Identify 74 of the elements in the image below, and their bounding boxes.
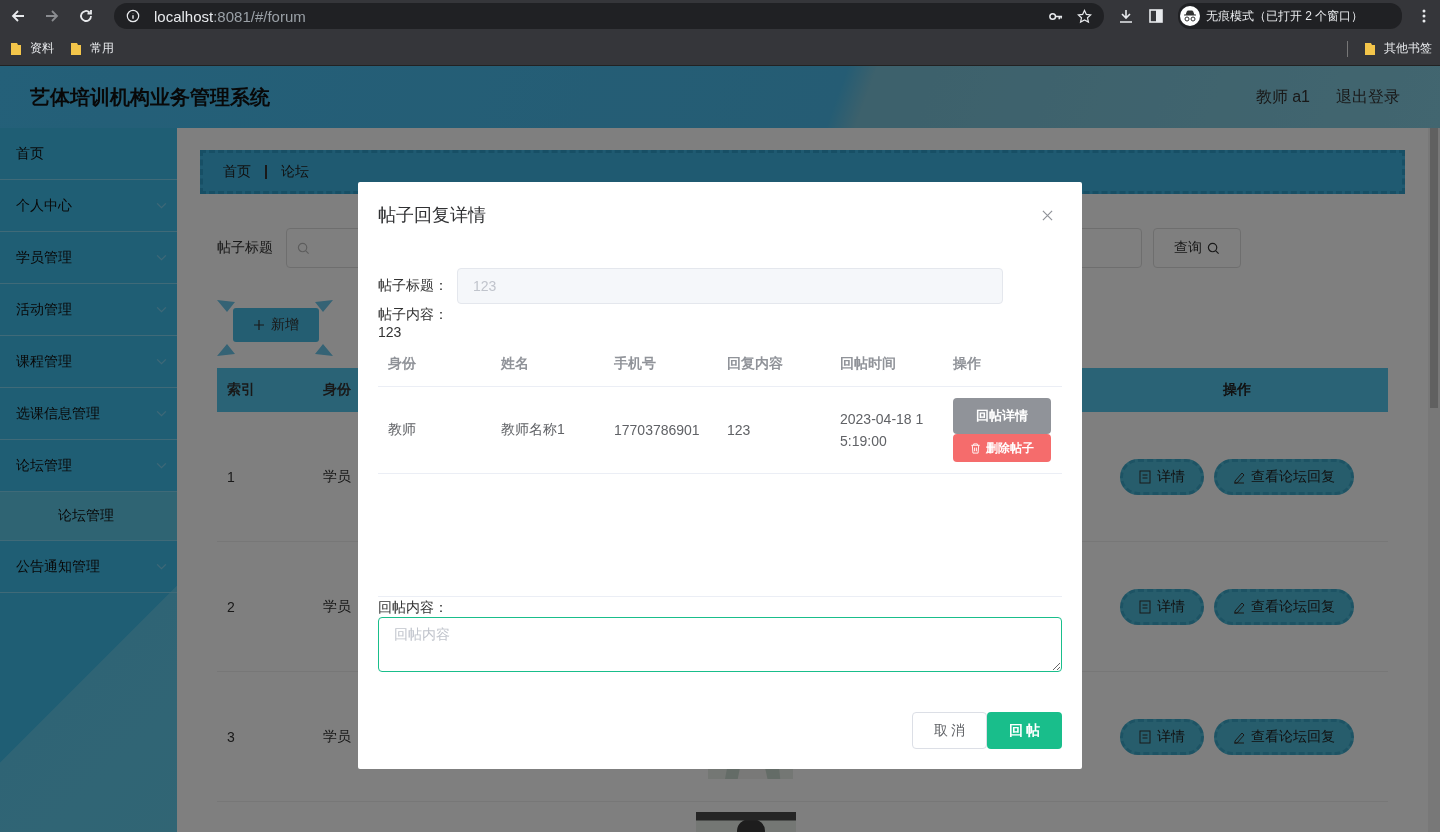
download-icon[interactable] <box>1118 8 1134 24</box>
logout-link[interactable]: 退出登录 <box>1336 86 1400 108</box>
add-button[interactable]: 新增 <box>233 308 319 342</box>
folder-icon <box>70 41 82 56</box>
delete-post-button[interactable]: 删除帖子 <box>953 434 1051 462</box>
field-label: 帖子标题： <box>378 277 448 295</box>
table-cell-text: 2 <box>226 598 236 615</box>
detail-button[interactable]: 详情 <box>1120 588 1204 625</box>
chevron-icon <box>156 462 167 469</box>
column-header: 索引 <box>226 381 256 399</box>
table-cell-text: 学员 <box>322 467 351 486</box>
view-replies-button[interactable]: 查看论坛回复 <box>1214 588 1354 625</box>
star-icon[interactable] <box>1077 8 1092 24</box>
column-header: 回帖时间 <box>839 355 897 373</box>
post-content: 123 <box>378 324 403 340</box>
bookmark[interactable]: 常用 <box>70 40 114 57</box>
query-button[interactable]: 查询 <box>1153 228 1241 268</box>
cancel-button[interactable]: 取 消 <box>912 712 987 749</box>
folder-icon <box>10 41 22 56</box>
chevron-icon <box>156 306 167 313</box>
bookmark[interactable]: 其他书签 <box>1364 40 1432 57</box>
incognito-icon <box>1180 6 1200 26</box>
column-header: 手机号 <box>613 355 657 373</box>
chevron-icon <box>156 563 167 570</box>
column-header: 姓名 <box>500 355 530 373</box>
table-cell-text: 学员 <box>322 597 351 616</box>
chevron-icon <box>156 358 167 365</box>
table-cell-text: 教师名称1 <box>500 421 566 439</box>
chevron-icon <box>156 410 167 417</box>
table-cell-text: 3 <box>226 728 236 745</box>
side-panel-icon[interactable] <box>1148 8 1164 24</box>
info-icon[interactable] <box>126 9 140 23</box>
trash-icon <box>970 442 981 454</box>
reply-detail-button[interactable]: 回帖详情 <box>953 398 1051 434</box>
incognito-badge[interactable]: 无痕模式（已打开 2 个窗口） <box>1178 3 1402 29</box>
plus-icon <box>253 319 265 331</box>
chevron-icon <box>156 202 167 209</box>
column-header: 身份 <box>387 355 417 373</box>
table-cell-text: 教师 <box>387 421 417 439</box>
view-replies-button[interactable]: 查看论坛回复 <box>1214 718 1354 755</box>
submenu-item[interactable]: 论坛管理 <box>0 492 177 541</box>
search-label: 帖子标题 <box>217 239 274 257</box>
reply-button[interactable]: 回 帖 <box>987 712 1062 749</box>
table-cell-text: 学员 <box>322 727 351 746</box>
table-cell-text: 17703786901 <box>613 422 701 438</box>
breadcrumb-item[interactable]: 论坛 <box>281 163 309 181</box>
table-cell-text: 123 <box>726 422 752 438</box>
view-replies-button[interactable]: 查看论坛回复 <box>1214 458 1354 495</box>
detail-button[interactable]: 详情 <box>1120 458 1204 495</box>
column-header: 操作 <box>952 355 982 373</box>
detail-button[interactable]: 详情 <box>1120 718 1204 755</box>
scrollbar[interactable] <box>1428 128 1440 832</box>
field-label: 回帖内容： <box>378 599 449 617</box>
search-icon <box>297 241 310 255</box>
document-icon <box>1139 599 1151 614</box>
breadcrumb-item[interactable]: 首页 <box>223 163 251 181</box>
document-icon <box>1139 469 1151 484</box>
url-text: localhost:8081/#/forum <box>154 7 306 25</box>
user-name: 教师 a1 <box>1255 86 1310 107</box>
table-cell-text: 1 <box>226 468 236 485</box>
document-icon <box>1139 729 1151 744</box>
close-icon[interactable] <box>1042 209 1053 221</box>
chevron-icon <box>156 254 167 261</box>
column-header: 身份 <box>322 381 351 399</box>
address-bar[interactable]: localhost:8081/#/forum <box>114 3 1104 29</box>
bookmark[interactable]: 资料 <box>10 40 54 57</box>
table-cell-text: 2023-04-18 15:19:00 <box>839 410 925 451</box>
column-header: 操作 <box>1222 381 1252 399</box>
field-label: 帖子内容： <box>378 306 449 324</box>
column-header: 回复内容 <box>726 355 784 373</box>
search-icon <box>1207 241 1220 255</box>
app-title: 艺体培训机构业务管理系统 <box>30 84 270 110</box>
dialog-title: 帖子回复详情 <box>378 204 486 227</box>
folder-icon <box>1364 41 1376 56</box>
